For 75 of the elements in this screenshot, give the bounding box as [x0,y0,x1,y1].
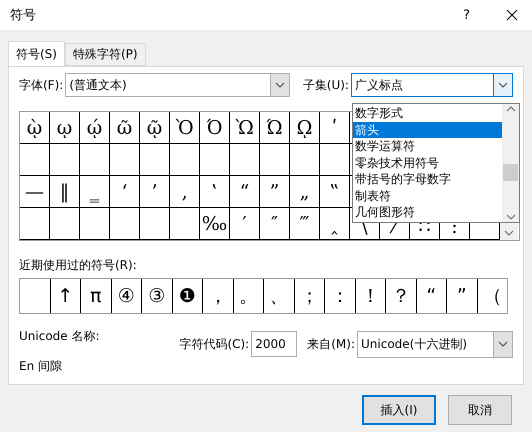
symbol-cell[interactable]: Ό [200,112,230,144]
symbol-cell[interactable]: ‰ [200,208,230,240]
chevron-down-icon [498,341,508,347]
symbol-cell[interactable]: Ὸ [170,112,200,144]
symbol-cell[interactable]: ‖ [50,176,80,208]
char-code-label: 字符代码(C): [179,336,250,352]
recent-symbol[interactable]: （ [478,279,507,313]
empty-symbol-cell[interactable] [230,144,260,176]
symbol-cell[interactable]: ‚ [170,176,200,208]
from-label: 来自(M): [307,336,355,352]
char-code-field[interactable]: 2000 [251,331,298,357]
unicode-name-value: En 间隙 [19,358,64,375]
empty-symbol-cell[interactable] [140,208,170,240]
dialog-button[interactable]: 取消 [448,395,512,425]
subset-dropdown[interactable]: 广义标点 [350,73,513,97]
subset-option[interactable]: 制表符 [353,188,502,204]
symbol-cell[interactable]: ῼ [290,112,320,144]
empty-symbol-cell[interactable] [20,144,50,176]
chevron-down-icon [274,82,285,88]
subset-option[interactable]: 带括号的字母数字 [353,171,502,188]
symbol-cell[interactable]: ‗ [80,176,110,208]
empty-symbol-cell[interactable] [80,144,110,176]
empty-symbol-cell[interactable] [20,208,50,240]
symbol-cell[interactable]: Ὼ [230,112,260,144]
tab[interactable]: 特殊字符(P) [64,43,146,66]
empty-symbol-cell[interactable] [170,144,200,176]
close-icon[interactable] [506,9,518,21]
symbol-cell[interactable]: „ [290,176,320,208]
from-dropdown[interactable]: Unicode(十六进制) [357,330,513,358]
symbol-cell[interactable]: ‛ [200,176,230,208]
symbol-cell[interactable]: ” [260,176,290,208]
empty-symbol-cell[interactable] [290,144,320,176]
empty-symbol-cell[interactable] [50,208,80,240]
chevron-down-icon [498,82,508,88]
subset-option[interactable]: 数字形式 [353,105,502,122]
window-title: 符号 [10,7,37,24]
symbol-cell[interactable]: ῷ [140,112,170,144]
symbol-cell[interactable]: Ώ [260,112,290,144]
empty-symbol-cell[interactable] [140,144,170,176]
symbol-cell[interactable]: ῳ [50,112,80,144]
symbol-cell[interactable]: ‴ [290,208,320,240]
symbol-cell[interactable]: — [20,176,50,208]
scrollbar-thumb[interactable] [503,164,518,180]
recent-label: 近期使用过的符号(R): [19,257,138,274]
help-button[interactable]: ? [463,8,470,22]
symbol-cell[interactable]: ῴ [80,112,110,144]
scroll-up-icon[interactable] [506,106,516,112]
symbol-cell[interactable]: ‟ [320,176,350,208]
subset-option[interactable]: 零杂技术用符号 [353,154,502,171]
unicode-name-label: Unicode 名称: [19,328,101,345]
symbol-cell[interactable]: ʹ [320,112,350,144]
scrollbar[interactable] [502,104,519,222]
empty-symbol-cell[interactable] [200,144,230,176]
empty-symbol-cell[interactable] [260,144,290,176]
symbol-cell[interactable]: ′ [230,208,260,240]
empty-symbol-cell[interactable] [320,144,350,176]
empty-symbol-cell[interactable] [110,144,140,176]
font-dropdown[interactable]: (普通文本) [65,73,290,97]
dialog-button[interactable]: 插入(I) [362,395,436,425]
symbol-cell[interactable]: ‸ [320,208,350,240]
subset-label: 子集(U): [302,76,349,94]
symbol-cell[interactable]: ‘ [110,176,140,208]
font-label: 字体(F): [19,76,64,94]
empty-symbol-cell[interactable] [80,208,110,240]
symbol-cell[interactable]: “ [230,176,260,208]
subset-option[interactable]: 数学运算符 [353,138,502,154]
symbol-cell[interactable]: ῶ [110,112,140,144]
tab[interactable]: 符号(S) [8,41,65,66]
symbol-cell[interactable]: ῲ [20,112,50,144]
subset-option[interactable]: 箭头 [353,122,502,138]
empty-symbol-cell[interactable] [110,208,140,240]
empty-symbol-cell[interactable] [170,208,200,240]
symbol-cell[interactable]: ″ [260,208,290,240]
empty-symbol-cell[interactable] [50,144,80,176]
symbol-cell[interactable]: ’ [140,176,170,208]
